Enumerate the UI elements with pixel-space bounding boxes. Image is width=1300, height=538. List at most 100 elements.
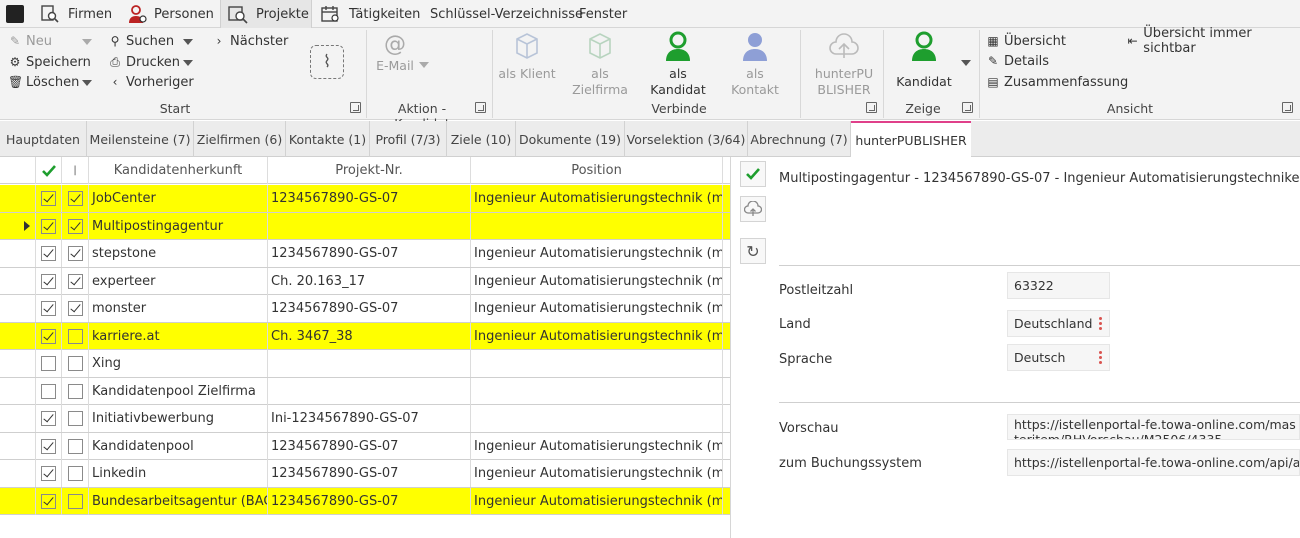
row-checkbox-2[interactable] (62, 212, 89, 240)
checkbox[interactable] (67, 328, 83, 344)
menu-taetigkeiten[interactable]: Tätigkeiten (318, 0, 420, 28)
header-source[interactable]: Kandidatenherkunft (89, 157, 268, 184)
tab-vorselektion[interactable]: Vorselektion (3/64) (625, 121, 748, 157)
row-checkbox-2[interactable] (62, 350, 89, 377)
checkbox[interactable] (67, 411, 83, 426)
language-menu-icon[interactable] (1099, 351, 1102, 366)
table-row[interactable]: JobCenter 1234567890-GS-07 Ingenieur Autom… (0, 185, 730, 213)
row-checkbox-1[interactable] (36, 267, 62, 295)
language-field[interactable]: Deutsch (1007, 344, 1110, 371)
show-dropdown-icon[interactable] (961, 60, 971, 66)
tab-hauptdaten[interactable]: Hauptdaten (0, 121, 87, 157)
row-checkbox-2[interactable] (62, 322, 89, 350)
show-expand-icon[interactable] (962, 102, 973, 113)
checkbox[interactable] (41, 493, 56, 509)
as-client-button[interactable]: als Klient (497, 30, 557, 82)
checkbox[interactable] (41, 191, 56, 206)
row-checkbox-2[interactable] (62, 487, 89, 515)
checkbox[interactable] (41, 246, 56, 261)
row-checkbox-1[interactable] (36, 350, 62, 377)
tab-dokumente[interactable]: Dokumente (19) (516, 121, 625, 157)
start-expand-icon[interactable] (350, 102, 361, 113)
checkbox[interactable] (67, 383, 83, 399)
row-checkbox-1[interactable] (36, 460, 62, 487)
header-project-no[interactable]: Projekt-Nr. (268, 157, 471, 184)
print-button[interactable]: ⎙ Drucken (108, 53, 180, 71)
tab-ziele[interactable]: Ziele (10) (447, 121, 516, 157)
tab-kontakte[interactable]: Kontakte (1) (286, 121, 370, 157)
checkbox[interactable] (67, 191, 83, 206)
menu-schluessel-verzeichnisse[interactable]: Schlüssel-Verzeichnisse (430, 0, 583, 28)
checkbox[interactable] (41, 301, 56, 316)
tab-zielfirmen[interactable]: Zielfirmen (6) (194, 121, 286, 157)
table-row[interactable]: stepstone 1234567890-GS-07 Ingenieur Autom… (0, 240, 730, 268)
checkbox[interactable] (41, 328, 56, 344)
tab-profil[interactable]: Profil (7/3) (370, 121, 447, 157)
delete-dropdown-icon[interactable] (82, 80, 92, 86)
country-field[interactable]: Deutschland (1007, 310, 1110, 337)
checkbox[interactable] (41, 218, 56, 234)
save-button[interactable]: ⚙ Speichern (8, 53, 91, 71)
checkbox[interactable] (41, 438, 56, 454)
table-row[interactable]: Multipostingagentur (0, 212, 730, 240)
view-expand-icon[interactable] (1282, 102, 1293, 113)
as-target-company-button[interactable]: als Zielfirma (570, 30, 630, 98)
next-button[interactable]: › Nächster (212, 32, 289, 50)
table-row[interactable]: experteer Ch. 20.163_17 Ingenieur Automati… (0, 267, 730, 295)
checkbox[interactable] (67, 273, 83, 289)
new-button[interactable]: ✎ Neu (8, 32, 52, 50)
refresh-button[interactable]: ↻ (740, 238, 766, 264)
table-row[interactable]: Initiativbewerbung Ini-1234567890-GS-07 (0, 405, 730, 433)
app-logo-icon[interactable] (6, 5, 24, 23)
delete-button[interactable]: 🗑 Löschen (8, 73, 79, 91)
tab-meilensteine[interactable]: Meilensteine (7) (87, 121, 194, 157)
row-checkbox-2[interactable] (62, 460, 89, 487)
row-checkbox-2[interactable] (62, 185, 89, 212)
row-checkbox-1[interactable] (36, 295, 62, 322)
header-select-all[interactable] (36, 157, 62, 184)
table-row[interactable]: Kandidatenpool Zielfirma (0, 377, 730, 405)
menu-projekte[interactable]: Projekte (220, 0, 312, 28)
table-row[interactable]: karriere.at Ch. 3467_38 Ingenieur Automati… (0, 322, 730, 350)
overview-always-visible-button[interactable]: ⇤ Übersicht immer sichtbar (1126, 26, 1300, 56)
table-row[interactable]: Linkedin 1234567890-GS-07 Ingenieur Automa… (0, 460, 730, 488)
upload-button[interactable] (740, 196, 766, 222)
overview-button[interactable]: ▦ Übersicht (986, 32, 1066, 50)
hunterpublisher-button[interactable]: hunterPU BLISHER (812, 30, 876, 98)
checkbox[interactable] (41, 356, 56, 371)
previous-button[interactable]: ‹ Vorheriger (108, 73, 194, 91)
row-checkbox-1[interactable] (36, 240, 62, 267)
booking-url-field[interactable]: https://istellenportal-fe.towa-online.co… (1007, 449, 1300, 476)
row-checkbox-1[interactable] (36, 405, 62, 432)
row-checkbox-1[interactable] (36, 432, 62, 460)
hunterpublisher-expand-icon[interactable] (866, 102, 877, 113)
table-row[interactable]: monster 1234567890-GS-07 Ingenieur Automat… (0, 295, 730, 323)
checkbox[interactable] (67, 493, 83, 509)
row-checkbox-2[interactable] (62, 432, 89, 460)
header-position[interactable]: Position (471, 157, 723, 184)
checkbox[interactable] (67, 246, 83, 261)
show-candidate-button[interactable]: Kandidat (893, 30, 955, 90)
email-button[interactable]: @ E-Mail (372, 32, 418, 74)
checkbox[interactable] (67, 301, 83, 316)
checkbox[interactable] (41, 411, 56, 426)
row-checkbox-1[interactable] (36, 377, 62, 405)
checkbox[interactable] (67, 218, 83, 234)
menu-fenster[interactable]: Fenster (579, 0, 627, 28)
preview-url-field[interactable]: https://istellenportal-fe.towa-online.co… (1007, 414, 1300, 440)
row-checkbox-1[interactable] (36, 212, 62, 240)
menu-firmen[interactable]: Firmen (38, 0, 120, 28)
checkbox[interactable] (67, 466, 83, 481)
row-checkbox-2[interactable] (62, 295, 89, 322)
attachment-button[interactable]: ⌇ (310, 45, 344, 79)
action-expand-icon[interactable] (475, 102, 486, 113)
row-checkbox-2[interactable] (62, 405, 89, 432)
as-contact-button[interactable]: als Kontakt (724, 30, 786, 98)
row-checkbox-1[interactable] (36, 322, 62, 350)
row-checkbox-2[interactable] (62, 240, 89, 267)
row-checkbox-1[interactable] (36, 185, 62, 212)
postal-code-field[interactable]: 63322 (1007, 272, 1110, 299)
checkbox[interactable] (41, 383, 56, 399)
email-dropdown-icon[interactable] (419, 62, 429, 68)
checkbox[interactable] (67, 356, 83, 371)
